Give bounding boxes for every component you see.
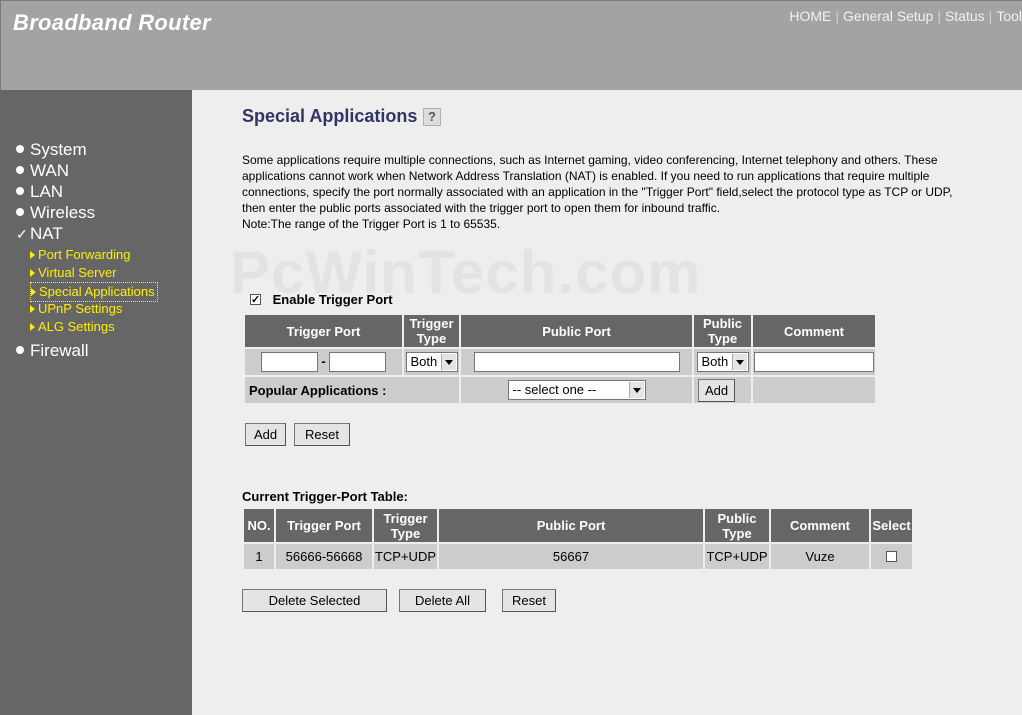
arrow-right-icon	[30, 268, 35, 277]
chevron-down-icon	[628, 382, 644, 398]
reset-button[interactable]: Reset	[294, 423, 350, 446]
sidebar-item-label: Wireless	[30, 203, 96, 222]
trigger-port-start-input[interactable]	[260, 352, 318, 372]
comment-cell	[753, 349, 875, 375]
nav-general-setup[interactable]: General Setup	[843, 8, 933, 24]
bullet-icon	[16, 144, 24, 153]
bullet-icon	[16, 186, 24, 195]
sidebar-item-firewall[interactable]: Firewall	[16, 340, 89, 361]
sidebar-item-wan[interactable]: WAN	[16, 160, 69, 181]
sidebar-sub-alg-settings[interactable]: ALG Settings	[30, 318, 115, 336]
header-trigger-port: Trigger Port	[245, 315, 402, 347]
trigger-type-select[interactable]: Both	[405, 352, 458, 372]
row-comment: Vuze	[771, 544, 869, 569]
col-select: Select	[871, 509, 912, 542]
sidebar-item-wireless[interactable]: Wireless	[16, 202, 95, 223]
help-icon[interactable]: ?	[423, 108, 441, 126]
header-bar: Broadband Router HOME | General Setup | Stat…	[0, 0, 1022, 90]
bullet-icon	[16, 345, 24, 354]
header-comment: Comment	[753, 315, 875, 347]
row-select-checkbox[interactable]	[886, 551, 897, 563]
enable-trigger-label: Enable Trigger Port	[272, 292, 393, 307]
sidebar-item-system[interactable]: System	[16, 139, 87, 160]
popular-apps-label: Popular Applications :	[245, 377, 459, 403]
row-trigger-port: 56666-56668	[276, 544, 372, 569]
arrow-right-icon	[30, 250, 35, 259]
arrow-right-icon	[30, 304, 35, 313]
brand-title: Broadband Router	[13, 10, 211, 35]
enable-trigger-row: ✓ Enable Trigger Port	[250, 292, 393, 307]
enable-trigger-checkbox[interactable]: ✓	[250, 294, 261, 306]
arrow-right-icon	[30, 322, 35, 331]
sidebar-item-label: Firewall	[30, 341, 89, 360]
sidebar-item-nat[interactable]: ✓ NAT	[16, 223, 63, 244]
public-type-select[interactable]: Both	[696, 352, 749, 372]
delete-all-button[interactable]: Delete All	[399, 589, 486, 612]
public-port-cell	[461, 349, 692, 375]
col-no: NO.	[244, 509, 274, 542]
page-title: Special Applications	[242, 106, 418, 126]
row-select-cell	[871, 544, 912, 569]
nav-status[interactable]: Status	[945, 8, 985, 24]
sidebar: System WAN LAN Wireless ✓ NAT Port Forwar…	[0, 90, 192, 715]
sidebar-item-lan[interactable]: LAN	[16, 181, 63, 202]
col-public-port: Public Port	[439, 509, 703, 542]
popular-select-cell: -- select one --	[461, 377, 692, 403]
col-trigger-port: Trigger Port	[276, 509, 372, 542]
chevron-down-icon	[440, 354, 456, 370]
row-public-port: 56667	[439, 544, 703, 569]
sidebar-sub-upnp-settings[interactable]: UPnP Settings	[30, 300, 122, 318]
table-row: 1 56666-56668 TCP+UDP 56667 TCP+UDP Vuze	[244, 544, 912, 569]
popular-add-button[interactable]: Add	[698, 378, 736, 402]
sidebar-sub-port-forwarding[interactable]: Port Forwarding	[30, 246, 130, 264]
header-public-type: Public Type	[694, 315, 751, 347]
trigger-type-cell: Both	[404, 349, 459, 375]
header-public-port: Public Port	[461, 315, 692, 347]
reset-table-button[interactable]: Reset	[502, 589, 556, 612]
chevron-down-icon	[731, 354, 747, 370]
arrow-right-icon	[31, 287, 36, 296]
row-no: 1	[244, 544, 274, 569]
bullet-icon	[16, 207, 24, 216]
comment-input[interactable]	[754, 352, 874, 372]
trigger-port-cell: -	[245, 349, 402, 375]
bullet-icon	[16, 165, 24, 174]
sidebar-item-label: WAN	[30, 161, 70, 180]
top-nav: HOME | General Setup | Status | Tool	[789, 8, 1022, 24]
sidebar-item-label: System	[30, 140, 87, 159]
sidebar-sub-special-applications[interactable]: Special Applications	[30, 282, 158, 302]
nav-tool[interactable]: Tool	[996, 8, 1022, 24]
check-icon: ✓	[16, 226, 28, 242]
intro-text: Some applications require multiple conne…	[242, 152, 957, 232]
current-trigger-table: NO. Trigger Port Trigger Type Public Port…	[242, 507, 914, 571]
popular-apps-select[interactable]: -- select one --	[507, 380, 646, 400]
note-text: Note:The range of the Trigger Port is 1 …	[242, 217, 501, 231]
col-public-type: Public Type	[705, 509, 769, 542]
row-public-type: TCP+UDP	[705, 544, 769, 569]
public-port-input[interactable]	[473, 352, 680, 372]
header-trigger-type: Trigger Type	[404, 315, 459, 347]
public-type-cell: Both	[694, 349, 751, 375]
sidebar-sub-virtual-server[interactable]: Virtual Server	[30, 264, 117, 282]
nav-home[interactable]: HOME	[789, 8, 831, 24]
trigger-form-table: Trigger Port Trigger Type Public Port Pub…	[243, 313, 877, 405]
sidebar-item-label: LAN	[30, 182, 64, 201]
col-comment: Comment	[771, 509, 869, 542]
add-button[interactable]: Add	[245, 423, 287, 446]
current-table-title: Current Trigger-Port Table:	[242, 489, 408, 504]
delete-selected-button[interactable]: Delete Selected	[242, 589, 387, 612]
sidebar-item-label: NAT	[30, 224, 63, 243]
col-trigger-type: Trigger Type	[374, 509, 437, 542]
popular-add-cell: Add	[694, 377, 751, 403]
row-trigger-type: TCP+UDP	[374, 544, 437, 569]
trigger-port-end-input[interactable]	[329, 352, 387, 372]
